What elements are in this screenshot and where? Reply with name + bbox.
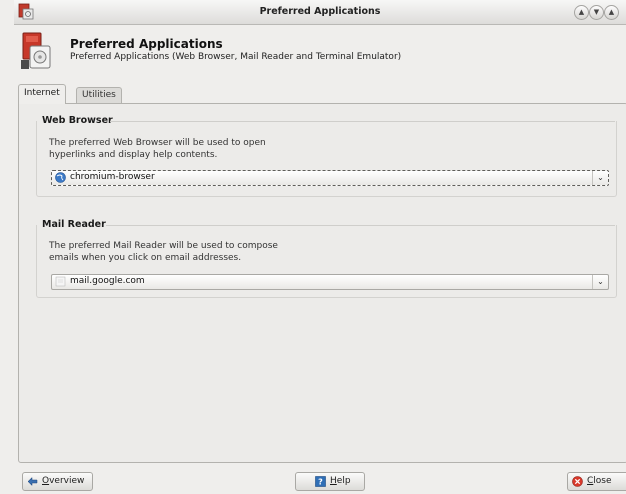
tab-internet[interactable]: Internet bbox=[18, 84, 66, 104]
maximize-button[interactable]: ▲ bbox=[604, 5, 619, 20]
web-browser-selected: chromium-browser bbox=[70, 172, 155, 182]
minimize-button[interactable]: ▼ bbox=[589, 5, 604, 20]
close-icon bbox=[572, 476, 583, 487]
dialog-header: Preferred Applications Preferred Applica… bbox=[14, 24, 626, 74]
close-label: lose bbox=[593, 476, 612, 486]
help-accel: H bbox=[330, 476, 337, 486]
header-subtitle: Preferred Applications (Web Browser, Mai… bbox=[70, 52, 402, 62]
mail-reader-select[interactable]: mail.google.com ⌄ bbox=[51, 274, 609, 290]
window-titlebar[interactable]: Preferred Applications ▲ ▼ ▲ bbox=[14, 0, 626, 25]
header-title: Preferred Applications bbox=[70, 37, 223, 51]
globe-icon bbox=[55, 172, 66, 183]
help-button[interactable]: ? Help bbox=[295, 472, 365, 491]
web-browser-description-2: hyperlinks and display help contents. bbox=[49, 150, 218, 160]
tab-utilities[interactable]: Utilities bbox=[76, 87, 122, 103]
mail-reader-description-1: The preferred Mail Reader will be used t… bbox=[49, 241, 278, 251]
web-browser-select[interactable]: chromium-browser ⌄ bbox=[51, 170, 609, 186]
svg-text:?: ? bbox=[318, 478, 323, 487]
overview-button[interactable]: Overview bbox=[22, 472, 93, 491]
close-button[interactable]: Close bbox=[567, 472, 626, 491]
help-icon: ? bbox=[315, 476, 326, 487]
shade-button[interactable]: ▲ bbox=[574, 5, 589, 20]
envelope-icon bbox=[55, 276, 66, 287]
back-arrow-icon bbox=[27, 476, 38, 487]
mail-reader-selected: mail.google.com bbox=[70, 276, 145, 286]
window-title: Preferred Applications bbox=[259, 6, 381, 17]
chevron-down-icon: ⌄ bbox=[592, 275, 608, 289]
web-browser-description-1: The preferred Web Browser will be used t… bbox=[49, 138, 266, 148]
overview-label: verview bbox=[49, 476, 85, 486]
mail-reader-description-2: emails when you click on email addresses… bbox=[49, 253, 242, 263]
preferences-icon bbox=[21, 32, 51, 69]
help-label: elp bbox=[336, 476, 351, 486]
chevron-down-icon: ⌄ bbox=[592, 171, 608, 185]
